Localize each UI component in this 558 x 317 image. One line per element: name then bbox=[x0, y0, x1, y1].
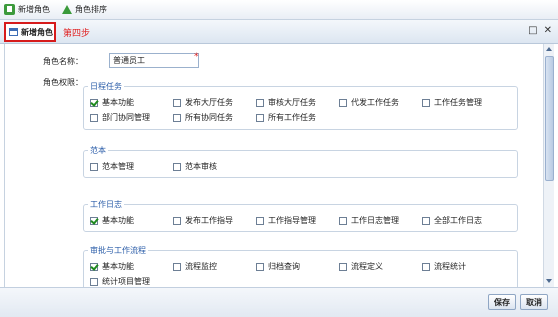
checkbox[interactable] bbox=[422, 98, 430, 107]
restore-icon[interactable]: □ bbox=[528, 26, 537, 36]
checkbox[interactable] bbox=[339, 216, 347, 225]
permission-group-workflow: 审批与工作流程 基本功能 流程监控 归档查询 流程定义 流程统计 统计项目管理 bbox=[83, 245, 518, 287]
checkbox-item[interactable]: 流程统计 bbox=[422, 261, 466, 272]
checkbox-item[interactable]: 范本管理 bbox=[90, 161, 134, 172]
checkbox[interactable] bbox=[256, 113, 264, 122]
checkbox[interactable] bbox=[173, 98, 181, 107]
panel-title-tab: 新增角色 bbox=[4, 22, 56, 42]
checkbox[interactable] bbox=[422, 262, 430, 271]
checkbox-item[interactable]: 工作日志管理 bbox=[339, 215, 399, 226]
checkbox-item[interactable]: 审核大厅任务 bbox=[256, 97, 316, 108]
panel-footer: 保存 取消 bbox=[0, 287, 558, 317]
checkbox-item[interactable]: 发布工作指导 bbox=[173, 215, 233, 226]
checkbox[interactable] bbox=[256, 98, 264, 107]
checkbox-item[interactable]: 统计项目管理 bbox=[90, 276, 150, 287]
checkbox-item[interactable]: 归档查询 bbox=[256, 261, 300, 272]
group-title: 工作日志 bbox=[88, 199, 124, 210]
scroll-up-icon[interactable] bbox=[545, 45, 554, 54]
add-icon bbox=[4, 4, 15, 15]
checkbox[interactable] bbox=[173, 216, 181, 225]
checkbox[interactable] bbox=[90, 262, 98, 271]
group-title: 审批与工作流程 bbox=[88, 245, 148, 256]
step-annotation: 第四步 bbox=[63, 29, 91, 39]
form-content: 角色名称： * 角色权限： 日程任务 基本功能 发布大厅任务 审核大厅任务 代发… bbox=[4, 44, 542, 287]
checkbox[interactable] bbox=[339, 262, 347, 271]
checkbox[interactable] bbox=[90, 216, 98, 225]
checkbox-item[interactable]: 基本功能 bbox=[90, 97, 134, 108]
new-role-label: 新增角色 bbox=[18, 5, 50, 14]
checkbox[interactable] bbox=[90, 98, 98, 107]
cancel-button[interactable]: 取消 bbox=[520, 294, 548, 310]
checkbox[interactable] bbox=[173, 262, 181, 271]
checkbox-item[interactable]: 全部工作日志 bbox=[422, 215, 482, 226]
checkbox-item[interactable]: 范本审核 bbox=[173, 161, 217, 172]
checkbox-item[interactable]: 工作指导管理 bbox=[256, 215, 316, 226]
checkbox-item[interactable]: 基本功能 bbox=[90, 261, 134, 272]
checkbox-item[interactable]: 流程定义 bbox=[339, 261, 383, 272]
checkbox[interactable] bbox=[339, 98, 347, 107]
required-mark: * bbox=[194, 52, 199, 62]
checkbox[interactable] bbox=[256, 216, 264, 225]
group-title: 范本 bbox=[88, 145, 108, 156]
close-icon[interactable]: ✕ bbox=[544, 26, 552, 36]
new-role-button[interactable]: 新增角色 bbox=[4, 2, 50, 18]
checkbox[interactable] bbox=[90, 162, 98, 171]
checkbox-item[interactable]: 基本功能 bbox=[90, 215, 134, 226]
panel-tools: □ ✕ bbox=[528, 26, 552, 36]
permission-group-schedule: 日程任务 基本功能 发布大厅任务 审核大厅任务 代发工作任务 工作任务管理 部门… bbox=[83, 81, 518, 130]
scroll-thumb[interactable] bbox=[545, 56, 554, 181]
checkbox-item[interactable]: 部门协同管理 bbox=[90, 112, 150, 123]
role-sort-label: 角色排序 bbox=[75, 5, 107, 14]
panel-title: 新增角色 bbox=[21, 27, 53, 37]
group-title: 日程任务 bbox=[88, 81, 124, 92]
checkbox-item[interactable]: 所有协同任务 bbox=[173, 112, 233, 123]
checkbox[interactable] bbox=[422, 216, 430, 225]
checkbox[interactable] bbox=[90, 113, 98, 122]
checkbox[interactable] bbox=[173, 113, 181, 122]
role-name-input[interactable] bbox=[109, 53, 199, 68]
arrow-up-icon bbox=[62, 5, 72, 14]
top-toolbar: 新增角色 角色排序 bbox=[0, 0, 558, 20]
scroll-down-icon[interactable] bbox=[545, 277, 554, 286]
panel-header: 新增角色 第四步 □ ✕ bbox=[0, 20, 558, 44]
role-sort-button[interactable]: 角色排序 bbox=[62, 2, 107, 18]
window-icon bbox=[9, 28, 18, 36]
save-button[interactable]: 保存 bbox=[488, 294, 516, 310]
role-name-label: 角色名称： bbox=[43, 57, 83, 66]
checkbox[interactable] bbox=[173, 162, 181, 171]
role-permissions-label: 角色权限： bbox=[43, 78, 83, 87]
checkbox-item[interactable]: 发布大厅任务 bbox=[173, 97, 233, 108]
checkbox-item[interactable]: 流程监控 bbox=[173, 261, 217, 272]
checkbox[interactable] bbox=[256, 262, 264, 271]
checkbox-item[interactable]: 所有工作任务 bbox=[256, 112, 316, 123]
checkbox-item[interactable]: 代发工作任务 bbox=[339, 97, 399, 108]
checkbox-item[interactable]: 工作任务管理 bbox=[422, 97, 482, 108]
checkbox[interactable] bbox=[90, 277, 98, 286]
permission-group-template: 范本 范本管理 范本审核 bbox=[83, 145, 518, 178]
vertical-scrollbar[interactable] bbox=[543, 44, 554, 287]
permission-group-worklog: 工作日志 基本功能 发布工作指导 工作指导管理 工作日志管理 全部工作日志 bbox=[83, 199, 518, 232]
